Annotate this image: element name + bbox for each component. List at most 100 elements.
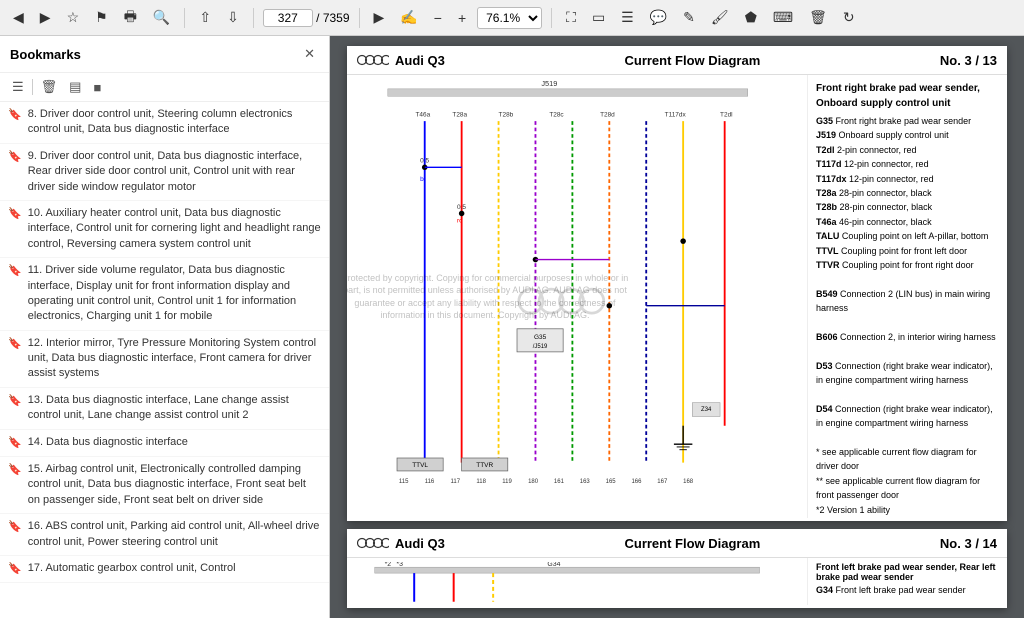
legend-entries-1: G35 Front right brake pad wear sender J5… xyxy=(816,114,999,518)
cursor-tool[interactable]: ▶ xyxy=(369,6,390,29)
content-area: Audi Q3 Current Flow Diagram No. 3 / 13 … xyxy=(330,36,1024,618)
page1-brand: Audi Q3 xyxy=(395,53,445,68)
scroll-button[interactable]: ☰ xyxy=(616,6,639,29)
page-header-1: Audi Q3 Current Flow Diagram No. 3 / 13 xyxy=(347,46,1007,75)
svg-text:T46a: T46a xyxy=(415,112,430,119)
svg-text:J519: J519 xyxy=(541,79,557,88)
page-input[interactable]: 327 xyxy=(263,9,313,27)
separator-1 xyxy=(184,8,185,28)
svg-text:167: 167 xyxy=(657,479,668,485)
page1-page-number: No. 3 / 13 xyxy=(940,53,997,68)
legend-area-1: Front right brake pad wear sender, Onboa… xyxy=(807,75,1007,518)
pen-button[interactable]: ✎ xyxy=(678,6,700,29)
svg-text:G34: G34 xyxy=(547,562,560,568)
bookmark-item-11[interactable]: 🔖 11. Driver side volume regulator, Data… xyxy=(0,258,329,331)
bookmark-text-10: 10. Auxiliary heater control unit, Data … xyxy=(28,206,321,252)
upload-button[interactable]: ⇧ xyxy=(194,6,216,29)
sidebar-separator xyxy=(32,79,33,95)
svg-text:119: 119 xyxy=(502,479,512,485)
undo-button[interactable]: ↻ xyxy=(838,6,860,29)
watermark-rings xyxy=(519,289,604,313)
bookmark-icon-15: 🔖 xyxy=(8,463,22,478)
sidebar-delete-button[interactable]: 🗑 xyxy=(37,77,62,97)
single-page-button[interactable]: ▭ xyxy=(587,6,610,29)
page-header-left-2: Audi Q3 xyxy=(357,535,445,551)
bookmark-item-14[interactable]: 🔖 14. Data bus diagnostic interface xyxy=(0,430,329,457)
pdf-container[interactable]: Audi Q3 Current Flow Diagram No. 3 / 13 … xyxy=(330,36,1024,618)
sidebar-header: Bookmarks ✕ xyxy=(0,36,329,73)
zoom-select[interactable]: 50%75%76.1%100%125%150%200% xyxy=(477,7,542,29)
svg-text:TTVR: TTVR xyxy=(476,462,493,469)
svg-text:T28c: T28c xyxy=(549,112,564,119)
svg-text:*3: *3 xyxy=(396,562,403,568)
back-button[interactable]: ◀ xyxy=(8,6,29,29)
svg-text:T28b: T28b xyxy=(499,112,514,119)
bookmark-item-16[interactable]: 🔖 16. ABS control unit, Parking aid cont… xyxy=(0,514,329,556)
sidebar-close-button[interactable]: ✕ xyxy=(300,44,319,64)
toolbar: ◀ ▶ ☆ ⚑ 🖶 🔍 ⇧ ⇩ 327 / 7359 ▶ ✍ − + 50%75… xyxy=(0,0,1024,36)
svg-text:/J519: /J519 xyxy=(533,344,548,350)
svg-text:161: 161 xyxy=(554,479,565,485)
svg-text:115: 115 xyxy=(399,479,409,485)
download-button[interactable]: ⇩ xyxy=(222,6,244,29)
svg-text:117: 117 xyxy=(451,479,461,485)
shapes-button[interactable]: ⬟ xyxy=(740,6,762,29)
svg-text:116: 116 xyxy=(425,479,435,485)
eraser-button[interactable]: ⌨ xyxy=(768,6,798,29)
svg-text:T117dx: T117dx xyxy=(665,112,687,119)
bookmark-item-12[interactable]: 🔖 12. Interior mirror, Tyre Pressure Mon… xyxy=(0,331,329,388)
svg-text:bl: bl xyxy=(420,176,425,183)
svg-text:163: 163 xyxy=(580,479,591,485)
tag-button[interactable]: ⚑ xyxy=(90,6,113,29)
sidebar-menu-button[interactable]: ☰ xyxy=(8,77,28,97)
sidebar-expand-button[interactable]: ▤ xyxy=(65,77,85,97)
svg-text:ro: ro xyxy=(457,218,463,225)
page2-page-number: No. 3 / 14 xyxy=(940,536,997,551)
page-number-label: 327 / 7359 xyxy=(263,9,350,27)
bookmark-text-9: 9. Driver door control unit, Data bus di… xyxy=(28,149,321,195)
bookmark-item-13[interactable]: 🔖 13. Data bus diagnostic interface, Lan… xyxy=(0,388,329,430)
bookmark-icon-9: 🔖 xyxy=(8,150,22,165)
bookmark-item-8[interactable]: 🔖 8. Driver door control unit, Steering … xyxy=(0,102,329,144)
hand-tool[interactable]: ✍ xyxy=(395,6,422,29)
forward-button[interactable]: ▶ xyxy=(35,6,56,29)
bookmark-item-10[interactable]: 🔖 10. Auxiliary heater control unit, Dat… xyxy=(0,201,329,258)
fit-button[interactable]: ⛶ xyxy=(561,6,581,29)
page1-diagram-title: Current Flow Diagram xyxy=(624,53,760,68)
audi-rings-icon-2 xyxy=(357,535,389,551)
bookmark-text-14: 14. Data bus diagnostic interface xyxy=(28,435,321,450)
svg-text:T2dl: T2dl xyxy=(720,112,733,119)
bookmark-item-17[interactable]: 🔖 17. Automatic gearbox control unit, Co… xyxy=(0,556,329,583)
svg-text:Z34: Z34 xyxy=(701,407,712,413)
page-header-left-1: Audi Q3 xyxy=(357,52,445,68)
find-button[interactable]: 🔍 xyxy=(148,6,175,29)
sidebar-content[interactable]: 🔖 8. Driver door control unit, Steering … xyxy=(0,102,329,618)
bookmark-text-12: 12. Interior mirror, Tyre Pressure Monit… xyxy=(28,336,321,382)
bookmark-item-15[interactable]: 🔖 15. Airbag control unit, Electronicall… xyxy=(0,457,329,514)
bookmark-icon-14: 🔖 xyxy=(8,436,22,451)
bookmark-button[interactable]: ☆ xyxy=(62,6,85,29)
highlight-button[interactable]: 🖌 xyxy=(706,6,734,29)
svg-text:166: 166 xyxy=(631,479,642,485)
zoom-control: 50%75%76.1%100%125%150%200% xyxy=(477,7,542,29)
wiring-diagram-2-partial: *2 *3 G34 xyxy=(355,562,799,602)
bookmark-icon-16: 🔖 xyxy=(8,520,22,535)
svg-text:0.5: 0.5 xyxy=(457,204,466,211)
print-button[interactable]: 🖶 xyxy=(119,3,142,33)
separator-4 xyxy=(551,8,552,28)
diagram-area-1: J519 T46a T28a T28b T28c T28d T117dx T2d… xyxy=(347,75,807,518)
page-separator: / xyxy=(316,11,323,25)
bookmark-item-9[interactable]: 🔖 9. Driver door control unit, Data bus … xyxy=(0,144,329,201)
bookmark-text-11: 11. Driver side volume regulator, Data b… xyxy=(28,263,321,325)
page2-content-partial: *2 *3 G34 Front left brake pad wear send… xyxy=(347,558,1007,605)
wiring-diagram-1: J519 T46a T28a T28b T28c T28d T117dx T2d… xyxy=(347,75,807,518)
sidebar-title: Bookmarks xyxy=(10,47,81,62)
zoom-in-button[interactable]: + xyxy=(453,7,471,29)
page1-content: J519 T46a T28a T28b T28c T28d T117dx T2d… xyxy=(347,75,1007,518)
comment-button[interactable]: 💬 xyxy=(645,6,672,29)
delete-button[interactable]: 🗑 xyxy=(804,6,832,29)
sidebar-collapse-button[interactable]: ■ xyxy=(89,78,105,97)
legend-title-1: Front right brake pad wear sender, Onboa… xyxy=(816,81,999,111)
bookmark-text-15: 15. Airbag control unit, Electronically … xyxy=(28,462,321,508)
zoom-out-button[interactable]: − xyxy=(429,7,447,29)
